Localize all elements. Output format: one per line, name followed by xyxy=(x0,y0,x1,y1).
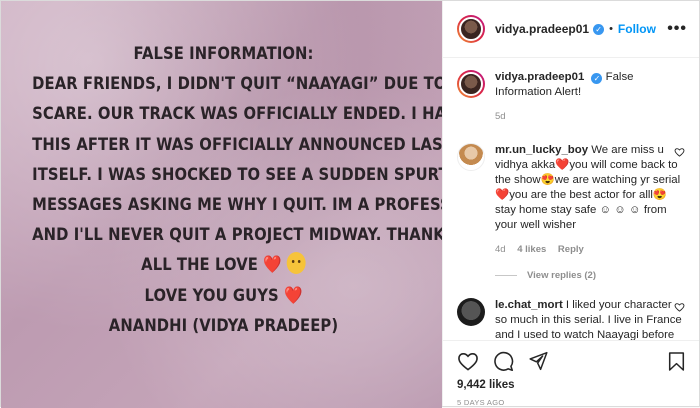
action-icons xyxy=(457,349,685,373)
caption-meta: 5d xyxy=(495,109,675,124)
post-sidebar: vidya.pradeep01 ✓ • Follow ••• vidya.pra… xyxy=(442,1,699,407)
heart-emoji-icon: ❤️ xyxy=(283,285,303,306)
hugging-face-emoji-icon xyxy=(286,252,306,275)
smiling-face-emoji-icon: 😍 xyxy=(652,189,668,201)
bookmark-icon[interactable] xyxy=(668,351,685,372)
comment-likes[interactable]: 4 likes xyxy=(517,244,546,255)
commenter-avatar[interactable] xyxy=(457,298,485,326)
reply-button[interactable]: Reply xyxy=(558,244,584,255)
commenter-avatar[interactable] xyxy=(457,143,485,171)
separator-dot: • xyxy=(609,23,613,35)
verified-badge-icon: ✓ xyxy=(593,23,605,35)
comment-icon[interactable] xyxy=(493,351,514,372)
comment-text: you are the best actor for alll xyxy=(509,189,653,201)
instagram-post: FALSE INFORMATION: DEAR FRIENDS, I DIDN'… xyxy=(0,0,700,408)
image-text-signature: ANANDHI (VIDYA PRADEEP) xyxy=(108,315,339,336)
author-username[interactable]: vidya.pradeep01 xyxy=(495,22,589,36)
image-text-line: ITSELF. I WAS SHOCKED TO SEE A SUDDEN SP… xyxy=(32,164,442,185)
comment-item: le.chat_mort I liked your character so m… xyxy=(457,298,685,340)
image-text: FALSE INFORMATION: DEAR FRIENDS, I DIDN'… xyxy=(32,39,442,341)
reply-divider xyxy=(495,275,517,276)
image-text-line: AND I'LL NEVER QUIT A PROJECT MIDWAY. TH… xyxy=(32,225,442,246)
comment-username[interactable]: mr.un_lucky_boy xyxy=(495,144,588,156)
caption: vidya.pradeep01 ✓ False Information Aler… xyxy=(457,70,685,124)
heart-emoji-icon: ❤️ xyxy=(263,255,282,276)
caption-username[interactable]: vidya.pradeep01 xyxy=(495,71,584,83)
more-options-icon[interactable]: ••• xyxy=(667,20,687,38)
post-image[interactable]: FALSE INFORMATION: DEAR FRIENDS, I DIDN'… xyxy=(1,1,442,408)
action-bar: 9,442 likes 5 days ago xyxy=(443,340,699,407)
share-icon[interactable] xyxy=(528,351,549,371)
image-text-line: THIS AFTER IT WAS OFFICIALLY ANNOUNCED L… xyxy=(32,134,442,155)
likes-count[interactable]: 9,442 likes xyxy=(457,379,685,391)
author-avatar[interactable] xyxy=(457,15,485,43)
post-timestamp[interactable]: 5 days ago xyxy=(457,398,685,407)
image-text-line: DEAR FRIENDS, I DIDN'T QUIT “NAAYAGI” DU… xyxy=(32,74,442,95)
caption-age: 5d xyxy=(495,111,506,122)
view-replies-label[interactable]: View replies (2) xyxy=(527,270,596,281)
heart-emoji-icon: ❤️ xyxy=(495,189,510,201)
image-text-line-love-you: LOVE YOU GUYS ❤️ xyxy=(32,281,415,311)
image-text-line: FALSE INFORMATION: xyxy=(133,44,314,64)
image-text-line: SCARE. OUR TRACK WAS OFFICIALLY ENDED. I… xyxy=(32,104,442,125)
image-text-love-you: LOVE YOU GUYS xyxy=(144,285,279,306)
verified-badge-icon: ✓ xyxy=(591,73,603,84)
author-avatar[interactable] xyxy=(457,70,485,98)
view-replies-button[interactable]: View replies (2) xyxy=(495,270,685,281)
comment-text: stay home stay safe ☺ ☺ ☺ from your well… xyxy=(495,204,667,231)
comment-text: we are watching yr serial xyxy=(554,174,681,186)
post-header: vidya.pradeep01 ✓ • Follow ••• xyxy=(443,1,699,58)
comment-username[interactable]: le.chat_mort xyxy=(495,299,563,311)
smiling-face-emoji-icon: 😍 xyxy=(540,174,555,186)
heart-emoji-icon: ❤️ xyxy=(555,159,570,171)
heart-icon[interactable] xyxy=(457,351,479,371)
comments-list[interactable]: vidya.pradeep01 ✓ False Information Aler… xyxy=(443,58,699,340)
like-comment-icon[interactable] xyxy=(674,147,685,157)
follow-button[interactable]: Follow xyxy=(618,22,656,36)
image-text-line-love: ALL THE LOVE ❤️ xyxy=(32,250,415,280)
image-text-line: MESSAGES ASKING ME WHY I QUIT. IM A PROF… xyxy=(32,195,442,216)
like-comment-icon[interactable] xyxy=(674,302,685,312)
comment-item: mr.un_lucky_boy We are miss u vidhya akk… xyxy=(457,143,685,257)
comment-meta: 4d 4 likes Reply xyxy=(495,242,685,257)
image-text-love: ALL THE LOVE xyxy=(141,255,258,276)
comment-age: 4d xyxy=(495,244,506,255)
